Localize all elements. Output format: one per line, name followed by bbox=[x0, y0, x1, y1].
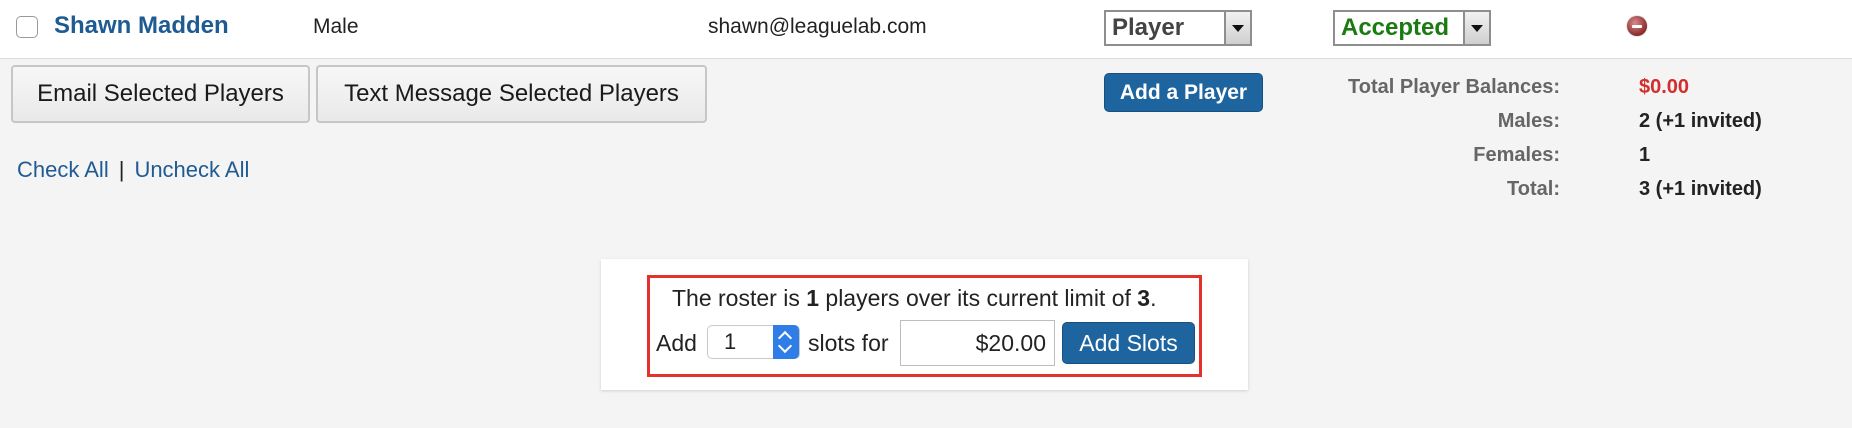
check-all-link[interactable]: Check All bbox=[17, 157, 109, 182]
stat-value: 1 bbox=[1639, 144, 1651, 166]
over-count: 1 bbox=[806, 285, 820, 311]
email-selected-button[interactable]: Email Selected Players bbox=[11, 65, 310, 123]
roster-stats: Total Player Balances: $0.00 Males: 2 (+… bbox=[1348, 76, 1800, 212]
stepper-arrows-icon[interactable] bbox=[773, 325, 799, 359]
stat-value: 2 (+1 invited) bbox=[1639, 110, 1762, 132]
player-checkbox[interactable] bbox=[16, 16, 38, 38]
stat-value: $0.00 bbox=[1639, 76, 1690, 98]
add-slots-button[interactable]: Add Slots bbox=[1062, 322, 1195, 364]
uncheck-all-link[interactable]: Uncheck All bbox=[134, 157, 249, 182]
player-gender: Male bbox=[313, 15, 359, 38]
stat-total: Total: 3 (+1 invited) bbox=[1380, 178, 1800, 212]
stat-label: Total: bbox=[1507, 178, 1560, 200]
stat-males: Males: 2 (+1 invited) bbox=[1380, 110, 1800, 144]
msg-middle: players over its current limit of bbox=[819, 285, 1138, 311]
slots-for-label: slots for bbox=[808, 330, 889, 356]
remove-player-icon[interactable] bbox=[1627, 16, 1647, 36]
roster-limit-message: The roster is 1 players over its current… bbox=[672, 285, 1156, 312]
stat-label: Males: bbox=[1497, 110, 1560, 132]
check-links: Check All | Uncheck All bbox=[17, 157, 249, 183]
player-email: shawn@leaguelab.com bbox=[708, 15, 927, 38]
stat-females: Females: 1 bbox=[1380, 144, 1800, 178]
slot-price-field[interactable]: $20.00 bbox=[900, 320, 1055, 366]
msg-suffix: . bbox=[1150, 285, 1157, 311]
roster-limit: 3 bbox=[1137, 285, 1151, 311]
slots-stepper[interactable]: 1 bbox=[707, 325, 800, 359]
add-player-button[interactable]: Add a Player bbox=[1104, 73, 1263, 112]
player-name-link[interactable]: Shawn Madden bbox=[54, 12, 229, 40]
slots-value: 1 bbox=[724, 329, 737, 354]
link-separator: | bbox=[118, 157, 125, 182]
stat-balances: Total Player Balances: $0.00 bbox=[1348, 76, 1800, 110]
stat-label: Females: bbox=[1473, 144, 1560, 166]
role-select-value: Player bbox=[1112, 14, 1185, 41]
stat-value: 3 (+1 invited) bbox=[1639, 178, 1762, 200]
player-row: Shawn Madden Male shawn@leaguelab.com Pl… bbox=[0, 0, 1852, 59]
chevron-down-icon bbox=[1224, 12, 1250, 44]
status-select-value: Accepted bbox=[1341, 14, 1450, 41]
status-select[interactable]: Accepted bbox=[1333, 10, 1491, 46]
role-select[interactable]: Player bbox=[1104, 10, 1252, 46]
stat-label: Total Player Balances: bbox=[1348, 76, 1560, 98]
msg-prefix: The roster is bbox=[672, 285, 807, 311]
add-label: Add bbox=[656, 330, 697, 356]
chevron-down-icon bbox=[1463, 12, 1489, 44]
text-selected-button[interactable]: Text Message Selected Players bbox=[316, 65, 707, 123]
